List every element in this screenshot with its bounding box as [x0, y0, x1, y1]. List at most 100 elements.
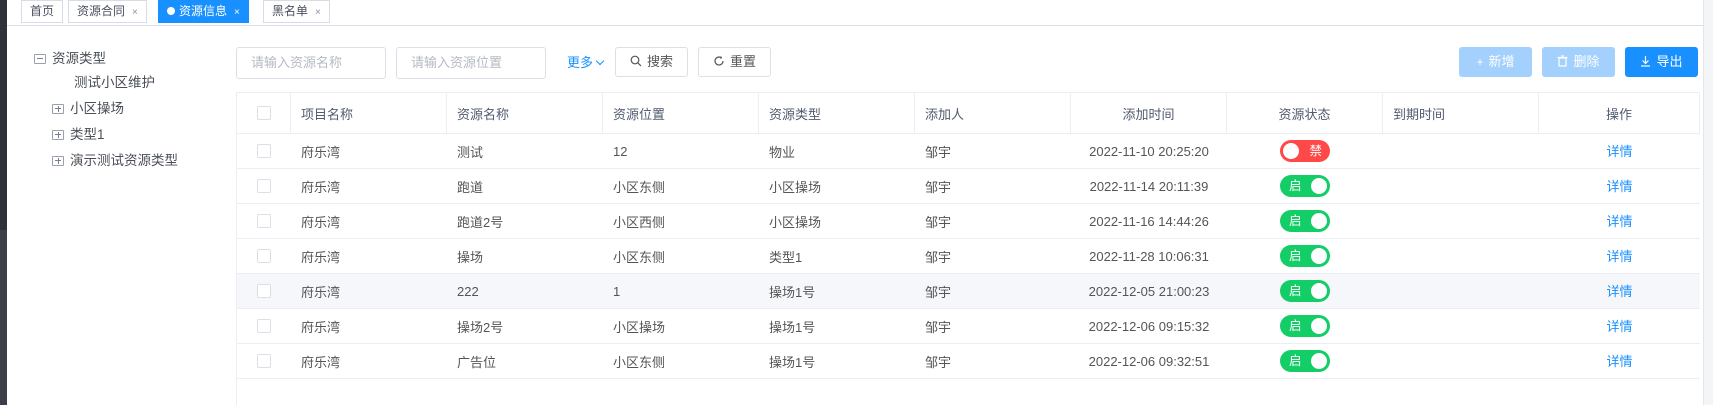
toggle-knob	[1283, 143, 1299, 159]
select-all-checkbox[interactable]	[256, 106, 271, 120]
tree-node-label: 类型1	[70, 127, 105, 142]
cell-type: 物业	[769, 144, 796, 160]
detail-link[interactable]: 详情	[1606, 281, 1632, 300]
header-select-all[interactable]	[237, 93, 291, 133]
cell-type: 操场1号	[769, 284, 816, 300]
row-checkbox[interactable]	[257, 144, 271, 158]
close-icon[interactable]: ×	[234, 7, 240, 18]
add-label: 新增	[1488, 54, 1515, 69]
status-toggle[interactable]: 禁	[1280, 140, 1330, 162]
column-header-project[interactable]: 项目名称	[291, 93, 447, 133]
row-select-cell[interactable]	[237, 239, 291, 273]
detail-link[interactable]: 详情	[1606, 246, 1632, 265]
resource-location-input[interactable]: 请输入资源位置	[396, 47, 546, 79]
cell-status: 启	[1227, 204, 1383, 238]
add-button[interactable]: + 新增	[1459, 47, 1532, 77]
tab-resource-info[interactable]: 资源信息 ×	[158, 0, 249, 23]
cell-expire	[1383, 309, 1539, 343]
table-row[interactable]: 府乐湾 广告位 小区东侧 操场1号 邹宇 2022-12-06 09:32:51 启 详情	[237, 344, 1700, 379]
cell-status: 启	[1227, 239, 1383, 273]
cell-name: 操场	[457, 249, 484, 265]
table-row[interactable]: 府乐湾 测试 12 物业 邹宇 2022-11-10 20:25:20 禁 详情	[237, 134, 1700, 169]
column-header-adder[interactable]: 添加人	[915, 93, 1071, 133]
search-button[interactable]: 搜索	[615, 47, 688, 77]
cell-location: 小区东侧	[613, 179, 666, 195]
cell-project: 府乐湾	[301, 354, 341, 370]
delete-button[interactable]: 删除	[1542, 47, 1615, 77]
status-toggle[interactable]: 启	[1280, 315, 1330, 337]
column-header-type[interactable]: 资源类型	[759, 93, 915, 133]
row-select-cell[interactable]	[237, 344, 291, 378]
export-label: 导出	[1656, 54, 1683, 69]
table-row[interactable]: 府乐湾 222 1 操场1号 邹宇 2022-12-05 21:00:23 启 详情	[237, 274, 1700, 309]
status-toggle[interactable]: 启	[1280, 175, 1330, 197]
tab-blacklist[interactable]: 黑名单 ×	[263, 0, 330, 23]
cell-actions: 详情	[1539, 239, 1700, 273]
row-select-cell[interactable]	[237, 204, 291, 238]
row-select-cell[interactable]	[237, 134, 291, 168]
table-row[interactable]: 府乐湾 跑道 小区东侧 小区操场 邹宇 2022-11-14 20:11:39 启 详情	[237, 169, 1700, 204]
row-checkbox[interactable]	[257, 179, 271, 193]
table-row[interactable]: 府乐湾 操场 小区东侧 类型1 邹宇 2022-11-28 10:06:31 启 详情	[237, 239, 1700, 274]
status-toggle-label: 启	[1289, 179, 1302, 193]
detail-link[interactable]: 详情	[1606, 316, 1632, 335]
cell-location: 1	[613, 283, 621, 299]
reset-label: 重置	[729, 54, 756, 69]
minus-square-icon[interactable]	[34, 54, 46, 64]
cell-type: 类型1	[769, 249, 803, 265]
resource-name-input[interactable]: 请输入资源名称	[236, 47, 386, 79]
reset-button[interactable]: 重置	[698, 47, 771, 77]
tree-node-type1[interactable]: 类型1	[52, 124, 105, 146]
table-header-row: 项目名称 资源名称 资源位置 资源类型 添加人 添加时间 资源状态 到期时间 操…	[237, 93, 1700, 134]
resource-table: 项目名称 资源名称 资源位置 资源类型 添加人 添加时间 资源状态 到期时间 操…	[236, 92, 1700, 405]
export-button[interactable]: 导出	[1625, 47, 1698, 77]
detail-link[interactable]: 详情	[1606, 141, 1632, 160]
tree-node-demo[interactable]: 演示测试资源类型	[52, 150, 178, 172]
detail-link[interactable]: 详情	[1606, 176, 1632, 195]
table-row[interactable]: 府乐湾 操场2号 小区操场 操场1号 邹宇 2022-12-06 09:15:32 启 详情	[237, 309, 1700, 344]
row-checkbox[interactable]	[257, 214, 271, 228]
detail-link[interactable]: 详情	[1606, 211, 1632, 230]
cell-status: 启	[1227, 344, 1383, 378]
plus-square-icon[interactable]	[52, 156, 64, 166]
column-header-expire[interactable]: 到期时间	[1383, 93, 1539, 133]
status-toggle[interactable]: 启	[1280, 210, 1330, 232]
plus-icon: +	[1476, 55, 1484, 69]
tab-label: 资源信息	[179, 4, 228, 18]
row-checkbox[interactable]	[257, 249, 271, 263]
status-toggle[interactable]: 启	[1280, 350, 1330, 372]
table-row[interactable]: 府乐湾 跑道2号 小区西侧 小区操场 邹宇 2022-11-16 14:44:26 启 详情	[237, 204, 1700, 239]
more-filters-toggle[interactable]: 更多	[567, 47, 605, 79]
row-select-cell[interactable]	[237, 274, 291, 308]
tab-resource-contract[interactable]: 资源合同 ×	[68, 0, 147, 23]
row-select-cell[interactable]	[237, 309, 291, 343]
row-checkbox[interactable]	[257, 319, 271, 333]
status-toggle[interactable]: 启	[1280, 280, 1330, 302]
plus-square-icon[interactable]	[52, 104, 64, 114]
tree-node-root[interactable]: 资源类型	[34, 48, 106, 70]
cell-actions: 详情	[1539, 204, 1700, 238]
cell-type: 操场1号	[769, 354, 816, 370]
column-header-name[interactable]: 资源名称	[447, 93, 603, 133]
column-header-time[interactable]: 添加时间	[1071, 93, 1227, 133]
column-header-status[interactable]: 资源状态	[1227, 93, 1383, 133]
row-checkbox[interactable]	[257, 354, 271, 368]
tab-home[interactable]: 首页	[21, 0, 64, 23]
status-toggle[interactable]: 启	[1280, 245, 1330, 267]
right-scrollbar-track[interactable]	[1703, 0, 1713, 405]
toggle-knob	[1311, 283, 1327, 299]
cell-time: 2022-12-06 09:32:51	[1088, 353, 1210, 369]
close-icon[interactable]: ×	[315, 7, 321, 18]
cell-name: 操场2号	[457, 319, 504, 335]
close-icon[interactable]: ×	[132, 7, 138, 18]
cell-adder: 邹宇	[925, 284, 952, 300]
row-checkbox[interactable]	[257, 284, 271, 298]
status-toggle-label: 禁	[1309, 144, 1322, 158]
tree-node-playground[interactable]: 小区操场	[52, 98, 124, 120]
detail-link[interactable]: 详情	[1606, 351, 1632, 370]
row-select-cell[interactable]	[237, 169, 291, 203]
column-header-location[interactable]: 资源位置	[603, 93, 759, 133]
plus-square-icon[interactable]	[52, 130, 64, 140]
cell-location: 12	[613, 143, 628, 159]
tree-node-community[interactable]: 测试小区维护	[74, 72, 155, 94]
